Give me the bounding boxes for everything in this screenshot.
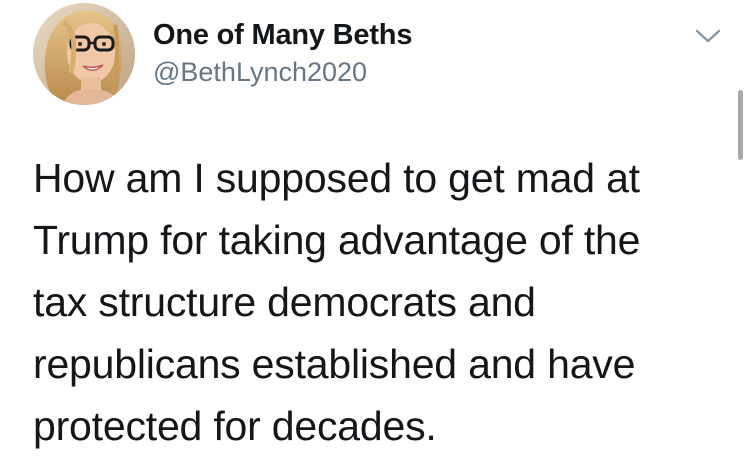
author-display-name[interactable]: One of Many Beths: [153, 19, 412, 52]
tweet-text-line: Trump for taking advantage of the: [33, 217, 641, 263]
chevron-down-icon[interactable]: [694, 26, 722, 46]
tweet-text-line: tax structure democrats and: [33, 279, 536, 325]
tweet-text-line: republicans established and have: [33, 341, 636, 387]
tweet-card: One of Many Beths @BethLynch2020 How am …: [0, 0, 750, 474]
tweet-text-line: protected for decades.: [33, 403, 437, 449]
avatar[interactable]: [33, 3, 135, 105]
profile-photo: [33, 3, 135, 105]
scrollbar[interactable]: [738, 90, 743, 160]
tweet-text: How am I supposed to get mad at Trump fo…: [33, 147, 723, 457]
tweet-text-line: How am I supposed to get mad at: [33, 155, 640, 201]
author-handle[interactable]: @BethLynch2020: [153, 57, 367, 88]
